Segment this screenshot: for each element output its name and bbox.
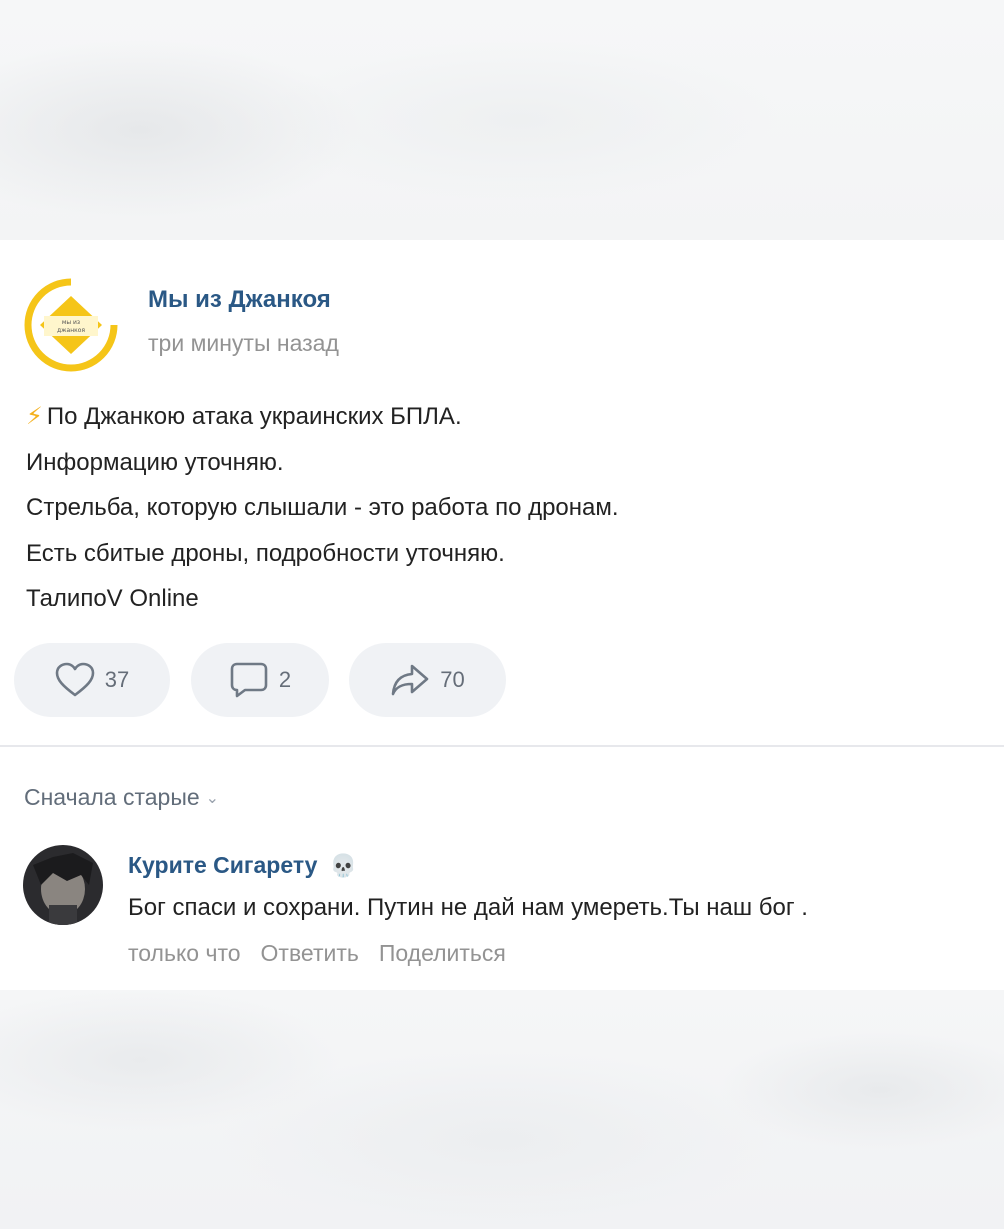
- community-avatar[interactable]: мы из джанкоя: [24, 278, 118, 372]
- post-line: ⚡ По Джанкою атака украинских БПЛА.: [26, 394, 986, 440]
- comment-text: Бог спаси и сохрани. Путин не дай нам ум…: [128, 894, 808, 921]
- comment-avatar[interactable]: [23, 845, 103, 925]
- divider: [0, 745, 1004, 747]
- post-line: Стрельба, которую слышали - это работа п…: [26, 494, 619, 521]
- comment-meta: только что Ответить Поделиться: [128, 940, 506, 967]
- comment-count: 2: [278, 667, 292, 692]
- post-author-name[interactable]: Мы из Джанкоя: [148, 286, 331, 314]
- comment-button[interactable]: 2: [191, 643, 329, 717]
- chevron-down-icon: ⌄: [205, 789, 220, 807]
- logo-text-bottom: джанкоя: [57, 327, 85, 334]
- post-timestamp[interactable]: три минуты назад: [148, 330, 339, 357]
- reply-link[interactable]: Ответить: [261, 940, 359, 967]
- post-line: ТалипоV Online: [26, 585, 199, 612]
- post-body: ⚡ По Джанкою атака украинских БПЛА. Инфор…: [26, 394, 986, 622]
- post-line: Есть сбитые дроны, подробности уточняю.: [26, 539, 505, 567]
- like-count: 37: [104, 667, 130, 692]
- avatar-image: [23, 845, 103, 925]
- share-button[interactable]: 70: [349, 643, 506, 717]
- comment-time[interactable]: только что: [128, 940, 241, 967]
- logo-text-top: мы из: [62, 319, 80, 326]
- like-button[interactable]: 37: [14, 643, 170, 717]
- comment-author-text: Курите Сигарету: [128, 852, 318, 878]
- blurred-background-bottom: [0, 990, 1004, 1229]
- share-icon: [391, 664, 429, 696]
- share-link[interactable]: Поделиться: [379, 940, 506, 967]
- sort-label: Сначала старые: [24, 784, 200, 810]
- comments-sort-dropdown[interactable]: Сначала старые ⌄: [24, 784, 219, 811]
- post-line: Информацию уточняю.: [26, 448, 284, 476]
- skull-icon: 💀: [329, 852, 357, 878]
- comment-icon: [230, 662, 268, 698]
- heart-icon: [55, 662, 95, 697]
- post-line-text: По Джанкою атака украинских БПЛА.: [46, 403, 462, 430]
- comment-author-name[interactable]: Курите Сигарету 💀: [128, 852, 357, 879]
- share-count: 70: [440, 667, 465, 692]
- community-logo: мы из джанкоя: [24, 278, 118, 372]
- lightning-icon: ⚡: [26, 403, 43, 430]
- blurred-background-top: [0, 0, 1004, 240]
